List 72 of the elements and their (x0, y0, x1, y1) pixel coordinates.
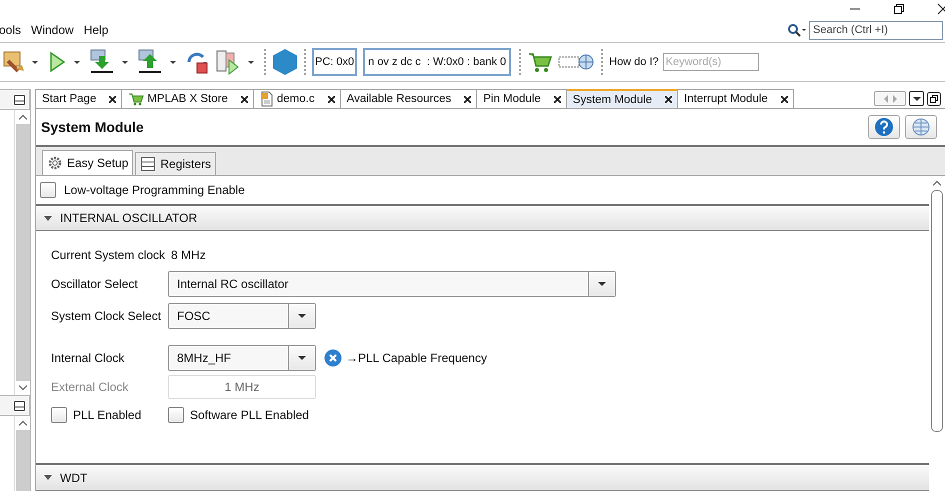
caret-icon[interactable] (32, 60, 38, 64)
field-label: External Clock (51, 380, 130, 394)
search-icon[interactable] (787, 23, 807, 37)
field-label: Oscillator Select (51, 277, 139, 292)
register-display: PC: 0x0 (312, 48, 358, 76)
error-icon (324, 349, 342, 368)
search-field[interactable]: Search (Ctrl +I) (809, 20, 943, 40)
web-button[interactable] (905, 115, 937, 139)
editor-tab[interactable]: Pin Module (477, 89, 567, 108)
cart-icon[interactable] (527, 51, 554, 73)
note-text: →PLL Capable Frequency (346, 351, 487, 366)
help-button[interactable] (868, 115, 900, 139)
gear-icon (47, 155, 63, 171)
view-tab[interactable]: Easy Setup (42, 150, 134, 175)
dropdown-icon[interactable] (909, 91, 924, 106)
minimize-icon[interactable] (14, 400, 25, 410)
download-icon[interactable] (88, 48, 116, 76)
close-icon[interactable] (109, 96, 116, 102)
menu-item[interactable]: Help (84, 23, 108, 37)
close-icon[interactable] (328, 96, 335, 102)
minimize-icon[interactable] (14, 94, 25, 104)
editor-tab[interactable]: Start Page (35, 89, 122, 108)
close-icon[interactable] (937, 3, 945, 15)
globe-icon (911, 117, 931, 137)
hexagon-logo-icon[interactable] (272, 48, 298, 76)
status-display: n ov z dc c : W:0x0 : bank 0 (363, 48, 512, 76)
menu-item[interactable]: Window (31, 23, 74, 37)
section-header[interactable]: WDT (36, 463, 929, 491)
close-icon[interactable] (665, 96, 672, 103)
editor-tab[interactable]: Interrupt Module (678, 89, 794, 108)
editor-tab[interactable]: demo.c (254, 89, 341, 108)
editor-tab[interactable]: System Module (566, 89, 678, 108)
chip-globe-icon[interactable] (557, 52, 596, 72)
dropdown[interactable]: FOSC (168, 303, 316, 330)
section-header[interactable]: INTERNAL OSCILLATOR (36, 204, 929, 232)
checkbox[interactable] (40, 182, 56, 198)
view-tab[interactable]: Registers (135, 152, 216, 175)
editor-tab[interactable]: Available Resources (340, 89, 478, 108)
keyword-field[interactable]: Keyword(s) (662, 53, 759, 71)
file-icon (260, 91, 274, 107)
close-icon[interactable] (240, 96, 248, 102)
close-icon[interactable] (780, 96, 788, 102)
checkbox-label: Low-voltage Programming Enable (64, 182, 245, 197)
caret-icon[interactable] (74, 60, 80, 64)
close-icon[interactable] (464, 96, 472, 102)
help-icon (874, 117, 894, 137)
collapse-icon (44, 475, 52, 480)
caret-icon[interactable] (248, 60, 254, 64)
checkbox-label: PLL Enabled (73, 408, 142, 422)
field-value: 8 MHz (171, 248, 206, 262)
dropdown[interactable]: Internal RC oscillator (168, 271, 616, 298)
list-icon (140, 156, 156, 172)
field-label: System Clock Select (51, 309, 162, 324)
checkbox[interactable] (51, 407, 67, 424)
cart-icon (128, 92, 144, 106)
field-label: Internal Clock (51, 351, 126, 366)
caret-icon[interactable] (122, 60, 128, 64)
collapse-icon (44, 216, 52, 221)
scrollbar[interactable] (14, 416, 31, 491)
restore-icon[interactable] (893, 3, 905, 15)
checkbox-label: Software PLL Enabled (190, 408, 309, 422)
restore-icon[interactable] (927, 92, 941, 106)
dropdown[interactable]: 8MHz_HF (168, 345, 316, 372)
editor-tab[interactable]: MPLAB X Store (122, 89, 254, 108)
upload-icon[interactable] (136, 48, 164, 76)
field-label: Current System clock (51, 248, 166, 262)
panel-title: System Module (41, 119, 144, 135)
caret-icon[interactable] (170, 60, 176, 64)
close-icon[interactable] (554, 96, 561, 102)
checkbox[interactable] (168, 407, 184, 424)
scrollbar[interactable] (14, 110, 31, 395)
how-do-i-label: How do I? (609, 56, 659, 68)
